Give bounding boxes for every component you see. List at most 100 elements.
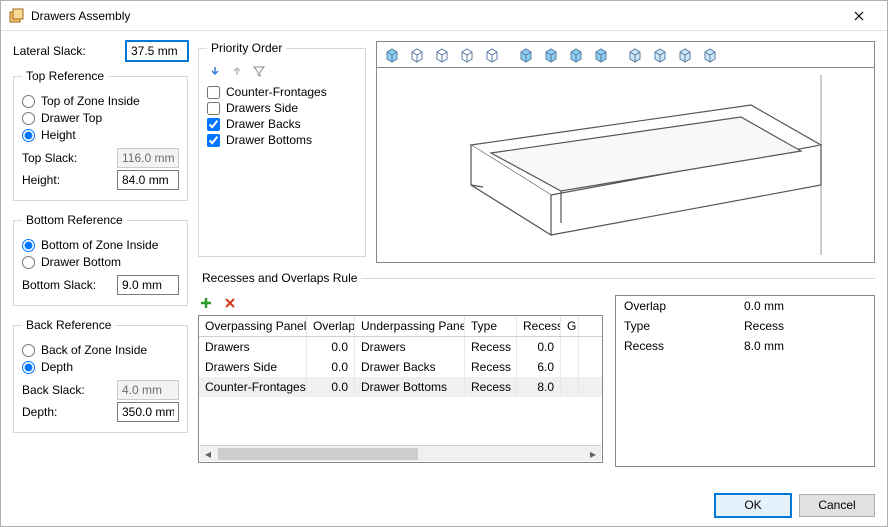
priority-check-2[interactable] bbox=[207, 118, 220, 131]
view-cube-icon[interactable] bbox=[590, 44, 612, 66]
bottom-reference-legend: Bottom Reference bbox=[22, 213, 127, 227]
top-ref-label-2: Height bbox=[41, 128, 76, 142]
detail-row: Recess8.0 mm bbox=[616, 336, 874, 356]
priority-legend: Priority Order bbox=[207, 41, 286, 55]
window-title: Drawers Assembly bbox=[31, 9, 839, 23]
top-row: Priority Order Counter-Frontages Drawers… bbox=[198, 41, 875, 263]
rules-table[interactable]: Overpassing Panel Overlap Underpassing P… bbox=[198, 315, 603, 463]
back-reference-group: Back Reference Back of Zone Inside Depth… bbox=[13, 318, 188, 433]
top-ref-radio-height[interactable] bbox=[22, 129, 35, 142]
col-type[interactable]: Type bbox=[465, 316, 517, 336]
view-cube-icon[interactable] bbox=[406, 44, 428, 66]
table-row[interactable]: Drawers0.0DrawersRecess0.0 bbox=[199, 337, 602, 357]
view-cube-icon[interactable] bbox=[540, 44, 562, 66]
top-ref-label-0: Top of Zone Inside bbox=[41, 94, 140, 108]
recesses-legend: Recesses and Overlaps Rule bbox=[198, 271, 361, 285]
table-row[interactable]: Counter-Frontages0.0Drawer BottomsRecess… bbox=[199, 377, 602, 397]
delete-rule-button[interactable] bbox=[222, 295, 238, 311]
back-ref-radio-zone[interactable] bbox=[22, 344, 35, 357]
rules-panel: Overpassing Panel Overlap Underpassing P… bbox=[198, 295, 603, 467]
bottom-reference-group: Bottom Reference Bottom of Zone Inside D… bbox=[13, 213, 188, 306]
top-ref-radio-drawer[interactable] bbox=[22, 112, 35, 125]
close-button[interactable] bbox=[839, 2, 879, 30]
dialog-window: Drawers Assembly Lateral Slack: Top Refe… bbox=[0, 0, 888, 527]
plus-icon bbox=[199, 296, 213, 310]
view-cube-icon[interactable] bbox=[515, 44, 537, 66]
col-overlap[interactable]: Overlap bbox=[307, 316, 355, 336]
bottom-ref-radio-zone[interactable] bbox=[22, 239, 35, 252]
lateral-slack-row: Lateral Slack: bbox=[13, 41, 188, 61]
back-slack-input bbox=[117, 380, 179, 400]
top-slack-label: Top Slack: bbox=[22, 151, 113, 165]
preview-canvas[interactable] bbox=[377, 68, 874, 262]
arrow-up-icon bbox=[231, 65, 243, 77]
view-cube-icon[interactable] bbox=[674, 44, 696, 66]
filter-button[interactable] bbox=[251, 63, 267, 79]
priority-label-3: Drawer Bottoms bbox=[226, 133, 312, 147]
rules-hscroll[interactable]: ◂ ▸ bbox=[200, 445, 601, 461]
priority-check-0[interactable] bbox=[207, 86, 220, 99]
lateral-slack-input[interactable] bbox=[126, 41, 188, 61]
right-column: Priority Order Counter-Frontages Drawers… bbox=[198, 41, 875, 478]
titlebar: Drawers Assembly bbox=[1, 1, 887, 31]
back-reference-legend: Back Reference bbox=[22, 318, 115, 332]
top-reference-group: Top Reference Top of Zone Inside Drawer … bbox=[13, 69, 188, 201]
back-ref-label-0: Back of Zone Inside bbox=[41, 343, 147, 357]
top-ref-label-1: Drawer Top bbox=[41, 111, 102, 125]
priority-label-0: Counter-Frontages bbox=[226, 85, 327, 99]
view-cube-icon[interactable] bbox=[565, 44, 587, 66]
priority-label-2: Drawer Backs bbox=[226, 117, 301, 131]
cancel-button[interactable]: Cancel bbox=[799, 494, 875, 517]
view-cube-icon[interactable] bbox=[381, 44, 403, 66]
back-ref-radio-depth[interactable] bbox=[22, 361, 35, 374]
move-down-button[interactable] bbox=[207, 63, 223, 79]
table-row[interactable]: Drawers Side0.0Drawer BacksRecess6.0 bbox=[199, 357, 602, 377]
depth-input[interactable] bbox=[117, 402, 179, 422]
move-up-button[interactable] bbox=[229, 63, 245, 79]
view-cube-icon[interactable] bbox=[456, 44, 478, 66]
scroll-right-icon[interactable]: ▸ bbox=[585, 447, 601, 461]
ok-button[interactable]: OK bbox=[715, 494, 791, 517]
col-recess[interactable]: Recess bbox=[517, 316, 561, 336]
detail-row: Overlap0.0 mm bbox=[616, 296, 874, 316]
preview-toolbar bbox=[377, 42, 874, 68]
filter-icon bbox=[253, 65, 265, 77]
drawer-illustration bbox=[411, 75, 841, 255]
view-cube-icon[interactable] bbox=[431, 44, 453, 66]
dialog-body: Lateral Slack: Top Reference Top of Zone… bbox=[1, 31, 887, 484]
depth-label: Depth: bbox=[22, 405, 113, 419]
scroll-left-icon[interactable]: ◂ bbox=[200, 447, 216, 461]
col-g[interactable]: G bbox=[561, 316, 579, 336]
recesses-group: Recesses and Overlaps Rule Overpassing P… bbox=[198, 271, 875, 472]
detail-row: TypeRecess bbox=[616, 316, 874, 336]
bottom-slack-input[interactable] bbox=[117, 275, 179, 295]
view-cube-icon[interactable] bbox=[481, 44, 503, 66]
bottom-slack-label: Bottom Slack: bbox=[22, 278, 113, 292]
dialog-footer: OK Cancel bbox=[1, 484, 887, 526]
back-slack-label: Back Slack: bbox=[22, 383, 113, 397]
top-ref-radio-zone[interactable] bbox=[22, 95, 35, 108]
view-cube-icon[interactable] bbox=[649, 44, 671, 66]
top-reference-legend: Top Reference bbox=[22, 69, 108, 83]
add-rule-button[interactable] bbox=[198, 295, 214, 311]
arrow-down-icon bbox=[209, 65, 221, 77]
view-cube-icon[interactable] bbox=[624, 44, 646, 66]
top-slack-input bbox=[117, 148, 179, 168]
lateral-slack-label: Lateral Slack: bbox=[13, 44, 122, 58]
scroll-thumb[interactable] bbox=[218, 448, 418, 460]
priority-label-1: Drawers Side bbox=[226, 101, 298, 115]
priority-check-1[interactable] bbox=[207, 102, 220, 115]
close-icon bbox=[854, 11, 864, 21]
bottom-ref-label-1: Drawer Bottom bbox=[41, 255, 121, 269]
col-underpassing[interactable]: Underpassing Panel bbox=[355, 316, 465, 336]
bottom-ref-radio-drawer[interactable] bbox=[22, 256, 35, 269]
height-label: Height: bbox=[22, 173, 113, 187]
preview-panel bbox=[376, 41, 875, 263]
priority-order-group: Priority Order Counter-Frontages Drawers… bbox=[198, 41, 366, 257]
height-input[interactable] bbox=[117, 170, 179, 190]
view-cube-icon[interactable] bbox=[699, 44, 721, 66]
back-ref-label-1: Depth bbox=[41, 360, 73, 374]
rules-header: Overpassing Panel Overlap Underpassing P… bbox=[199, 316, 602, 337]
priority-check-3[interactable] bbox=[207, 134, 220, 147]
col-overpassing[interactable]: Overpassing Panel bbox=[199, 316, 307, 336]
